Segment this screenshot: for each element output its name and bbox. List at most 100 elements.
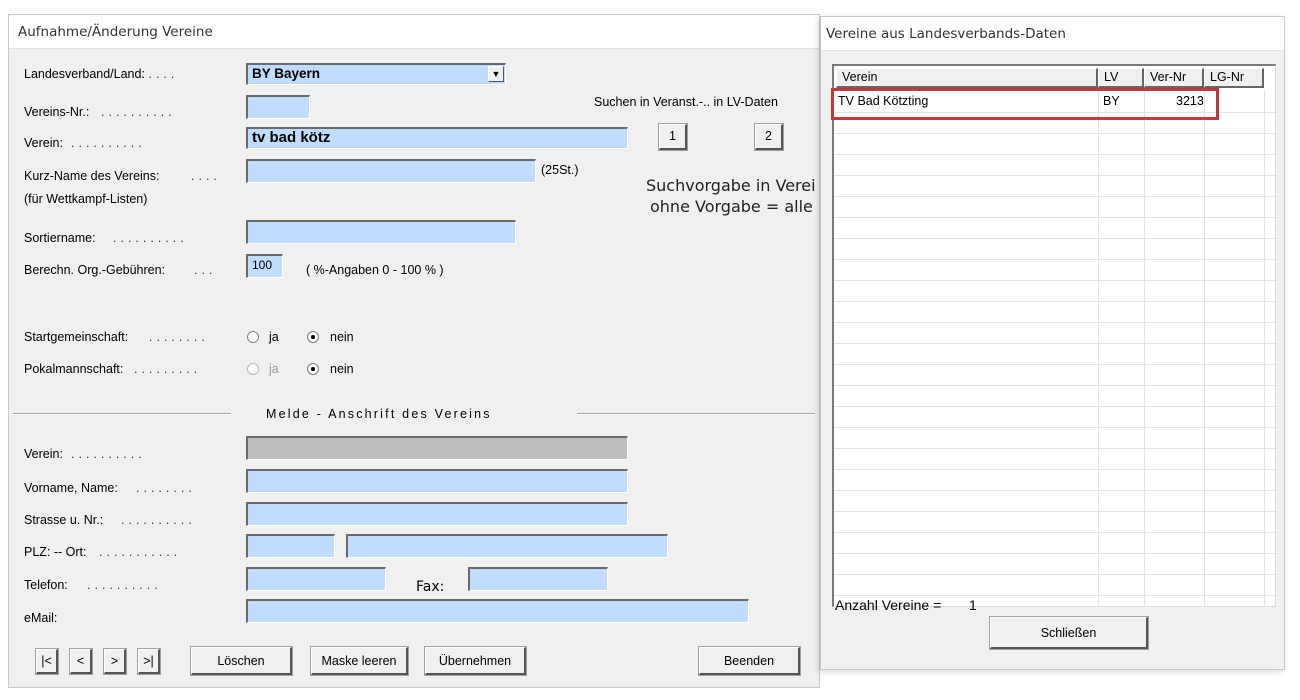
addr-ort-input[interactable] bbox=[346, 534, 668, 558]
pokalmannschaft-ja-radio bbox=[247, 363, 259, 375]
grid-row-line bbox=[834, 112, 1275, 113]
label-dots: ........ bbox=[136, 481, 196, 495]
grid-row-line bbox=[834, 427, 1275, 428]
label-dots: .......... bbox=[113, 231, 188, 245]
grid-row-line bbox=[834, 259, 1275, 260]
sortiername-input[interactable] bbox=[246, 220, 516, 244]
startgemeinschaft-label: Startgemeinschaft: bbox=[24, 330, 129, 344]
grid-row-line bbox=[834, 448, 1275, 449]
nav-next-button[interactable]: > bbox=[103, 648, 127, 675]
kurzname-sublabel: (für Wettkampf-Listen) bbox=[24, 192, 148, 206]
grid-row-line bbox=[834, 280, 1275, 281]
addr-strasse-input[interactable] bbox=[246, 502, 628, 526]
label-dots: .......... bbox=[121, 513, 196, 527]
addr-verein-input bbox=[246, 436, 628, 460]
grid-row-line bbox=[834, 343, 1275, 344]
column-header-verein[interactable]: Verein bbox=[836, 68, 1098, 88]
landesverband-label: Landesverband/Land: bbox=[24, 67, 145, 81]
grid-row-line bbox=[834, 553, 1275, 554]
label-dots: ......... bbox=[134, 362, 202, 376]
vereins-nr-input[interactable] bbox=[246, 95, 310, 119]
grid-row-line bbox=[834, 574, 1275, 575]
pokalmannschaft-label: Pokalmannschaft: bbox=[24, 362, 124, 376]
grid-row-line bbox=[834, 175, 1275, 176]
beenden-button[interactable]: Beenden bbox=[698, 646, 801, 676]
count-label: Anzahl Vereine = bbox=[835, 597, 942, 613]
addr-name-label: Vorname, Name: bbox=[24, 481, 118, 495]
column-header-lv[interactable]: LV bbox=[1098, 68, 1144, 88]
search-button-2[interactable]: 2 bbox=[754, 123, 784, 151]
section-divider bbox=[577, 413, 815, 415]
addr-name-input[interactable] bbox=[246, 469, 628, 493]
chevron-down-icon[interactable]: ▼ bbox=[488, 66, 504, 82]
addr-fax-input[interactable] bbox=[468, 567, 608, 591]
grid-column-line bbox=[1204, 90, 1205, 606]
section-divider bbox=[13, 413, 231, 415]
verein-input[interactable]: tv bad kötz bbox=[246, 127, 628, 149]
grid-row-line bbox=[834, 217, 1275, 218]
addr-plz-input[interactable] bbox=[246, 534, 335, 558]
startgemeinschaft-ja-label: ja bbox=[269, 330, 279, 344]
cell-verein: TV Bad Kötzting bbox=[838, 94, 929, 108]
grid-row-line bbox=[834, 406, 1275, 407]
nav-first-button[interactable]: |< bbox=[35, 648, 59, 675]
gebuehren-hint: ( %-Angaben 0 - 100 % ) bbox=[306, 263, 444, 277]
addr-email-label: eMail: bbox=[24, 611, 58, 625]
startgemeinschaft-nein-radio[interactable] bbox=[307, 331, 319, 343]
grid-row-line bbox=[834, 301, 1275, 302]
grid-row-line bbox=[834, 322, 1275, 323]
grid-row-line bbox=[834, 595, 1275, 596]
pokalmannschaft-ja-label: ja bbox=[269, 362, 279, 376]
dialog-title: Vereine aus Landesverbands-Daten bbox=[821, 17, 1284, 51]
grid-row-line bbox=[834, 238, 1275, 239]
addr-plz-label: PLZ: -- Ort: bbox=[24, 545, 87, 559]
table-row[interactable]: TV Bad Kötzting BY 3213 bbox=[834, 90, 1274, 112]
search-button-1[interactable]: 1 bbox=[658, 123, 688, 151]
pokalmannschaft-nein-label: nein bbox=[330, 362, 354, 376]
grid-column-line bbox=[1144, 90, 1145, 606]
search-hint-line1: Suchvorgabe in Verei bbox=[646, 176, 816, 195]
search-label: Suchen in Veranst.-.. in LV-Daten bbox=[594, 95, 778, 109]
kurzname-hint: (25St.) bbox=[541, 163, 579, 177]
grid-column-line bbox=[1264, 90, 1265, 606]
loeschen-button[interactable]: Löschen bbox=[190, 646, 293, 676]
sortiername-label: Sortiername: bbox=[24, 231, 96, 245]
label-dots: ... bbox=[194, 263, 217, 277]
addr-email-input[interactable] bbox=[246, 599, 749, 623]
label-dots: .... bbox=[191, 169, 221, 183]
label-dots: .......... bbox=[87, 578, 162, 592]
addr-fax-label: Fax: bbox=[416, 579, 445, 595]
label-dots: .......... bbox=[101, 105, 176, 119]
vereine-list[interactable]: Verein LV Ver-Nr LG-Nr TV Bad Kötzting B… bbox=[832, 64, 1276, 607]
startgemeinschaft-nein-label: nein bbox=[330, 330, 354, 344]
pokalmannschaft-nein-radio[interactable] bbox=[307, 363, 319, 375]
nav-prev-button[interactable]: < bbox=[69, 648, 93, 675]
grid-row-line bbox=[834, 154, 1275, 155]
kurzname-input[interactable] bbox=[246, 159, 536, 183]
section-title: Melde - Anschrift des Vereins bbox=[266, 407, 492, 421]
label-dots: ........... bbox=[99, 545, 182, 559]
gebuehren-input[interactable]: 100 bbox=[246, 254, 283, 278]
gebuehren-label: Berechn. Org.-Gebühren: bbox=[24, 263, 166, 277]
main-window-title: Aufnahme/Änderung Vereine bbox=[9, 15, 819, 49]
label-dots: .......... bbox=[71, 447, 146, 461]
verein-label: Verein: bbox=[24, 136, 63, 150]
grid-row-line bbox=[834, 469, 1275, 470]
startgemeinschaft-ja-radio[interactable] bbox=[247, 331, 259, 343]
maske-leeren-button[interactable]: Maske leeren bbox=[310, 646, 409, 676]
grid-row-line bbox=[834, 364, 1275, 365]
label-dots: .......... bbox=[71, 136, 146, 150]
addr-strasse-label: Strasse u. Nr.: bbox=[24, 513, 104, 527]
column-header-lg-nr[interactable]: LG-Nr bbox=[1204, 68, 1264, 88]
close-button[interactable]: Schließen bbox=[989, 616, 1149, 650]
column-header-ver-nr[interactable]: Ver-Nr bbox=[1144, 68, 1204, 88]
main-window: Aufnahme/Änderung Vereine Landesverband/… bbox=[8, 14, 820, 688]
addr-telefon-input[interactable] bbox=[246, 567, 386, 591]
uebernehmen-button[interactable]: Übernehmen bbox=[424, 646, 527, 676]
vereins-nr-label: Vereins-Nr.: bbox=[24, 105, 90, 119]
landesverband-select[interactable]: BY Bayern ▼ bbox=[246, 63, 506, 85]
cell-ver-nr: 3213 bbox=[1176, 94, 1204, 108]
grid-row-line bbox=[834, 133, 1275, 134]
addr-verein-label: Verein: bbox=[24, 447, 63, 461]
nav-last-button[interactable]: >| bbox=[137, 648, 161, 675]
